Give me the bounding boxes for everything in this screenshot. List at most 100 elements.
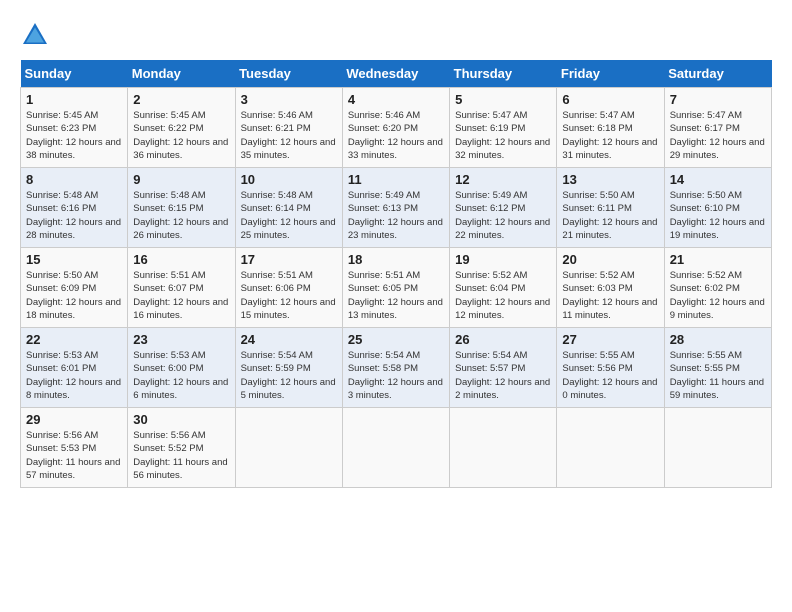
day-cell-9: 9 Sunrise: 5:48 AMSunset: 6:15 PMDaylight… [128, 168, 235, 248]
day-cell-20: 20 Sunrise: 5:52 AMSunset: 6:03 PMDayligh… [557, 248, 664, 328]
header-cell-friday: Friday [557, 60, 664, 88]
day-number: 17 [241, 252, 337, 267]
day-cell-30: 30 Sunrise: 5:56 AMSunset: 5:52 PMDayligh… [128, 408, 235, 488]
day-cell-16: 16 Sunrise: 5:51 AMSunset: 6:07 PMDayligh… [128, 248, 235, 328]
day-info: Sunrise: 5:52 AMSunset: 6:03 PMDaylight:… [562, 269, 658, 322]
day-number: 22 [26, 332, 122, 347]
day-info: Sunrise: 5:48 AMSunset: 6:15 PMDaylight:… [133, 189, 229, 242]
day-cell-3: 3 Sunrise: 5:46 AMSunset: 6:21 PMDaylight… [235, 88, 342, 168]
day-info: Sunrise: 5:45 AMSunset: 6:23 PMDaylight:… [26, 109, 122, 162]
day-number: 23 [133, 332, 229, 347]
day-number: 1 [26, 92, 122, 107]
day-number: 4 [348, 92, 444, 107]
day-info: Sunrise: 5:56 AMSunset: 5:53 PMDaylight:… [26, 429, 122, 482]
day-info: Sunrise: 5:49 AMSunset: 6:12 PMDaylight:… [455, 189, 551, 242]
day-number: 3 [241, 92, 337, 107]
day-cell-10: 10Sunrise: 5:48 AMSunset: 6:14 PMDayligh… [235, 168, 342, 248]
header-cell-sunday: Sunday [21, 60, 128, 88]
day-cell-19: 19 Sunrise: 5:52 AMSunset: 6:04 PMDayligh… [450, 248, 557, 328]
day-info: Sunrise: 5:50 AMSunset: 6:09 PMDaylight:… [26, 269, 122, 322]
day-info: Sunrise: 5:50 AMSunset: 6:10 PMDaylight:… [670, 189, 766, 242]
logo [20, 20, 52, 50]
day-info: Sunrise: 5:52 AMSunset: 6:02 PMDaylight:… [670, 269, 766, 322]
day-info: Sunrise: 5:52 AMSunset: 6:04 PMDaylight:… [455, 269, 551, 322]
day-info: Sunrise: 5:55 AMSunset: 5:55 PMDaylight:… [670, 349, 766, 402]
day-number: 21 [670, 252, 766, 267]
day-cell-13: 13Sunrise: 5:50 AMSunset: 6:11 PMDayligh… [557, 168, 664, 248]
day-info: Sunrise: 5:48 AMSunset: 6:16 PMDaylight:… [26, 189, 122, 242]
day-number: 28 [670, 332, 766, 347]
calendar-header: SundayMondayTuesdayWednesdayThursdayFrid… [21, 60, 772, 88]
day-cell-29: 29 Sunrise: 5:56 AMSunset: 5:53 PMDayligh… [21, 408, 128, 488]
page-header [20, 20, 772, 50]
calendar-body: 1 Sunrise: 5:45 AMSunset: 6:23 PMDaylight… [21, 88, 772, 488]
day-number: 5 [455, 92, 551, 107]
empty-cell [342, 408, 449, 488]
day-info: Sunrise: 5:46 AMSunset: 6:21 PMDaylight:… [241, 109, 337, 162]
header-cell-monday: Monday [128, 60, 235, 88]
empty-cell [235, 408, 342, 488]
day-number: 18 [348, 252, 444, 267]
day-cell-14: 14Sunrise: 5:50 AMSunset: 6:10 PMDayligh… [664, 168, 771, 248]
empty-cell [450, 408, 557, 488]
day-number: 15 [26, 252, 122, 267]
day-cell-4: 4 Sunrise: 5:46 AMSunset: 6:20 PMDaylight… [342, 88, 449, 168]
week-row-3: 15 Sunrise: 5:50 AMSunset: 6:09 PMDayligh… [21, 248, 772, 328]
week-row-5: 29 Sunrise: 5:56 AMSunset: 5:53 PMDayligh… [21, 408, 772, 488]
day-number: 13 [562, 172, 658, 187]
day-cell-17: 17 Sunrise: 5:51 AMSunset: 6:06 PMDayligh… [235, 248, 342, 328]
day-number: 6 [562, 92, 658, 107]
day-cell-26: 26Sunrise: 5:54 AMSunset: 5:57 PMDayligh… [450, 328, 557, 408]
day-info: Sunrise: 5:47 AMSunset: 6:19 PMDaylight:… [455, 109, 551, 162]
header-cell-tuesday: Tuesday [235, 60, 342, 88]
day-number: 30 [133, 412, 229, 427]
day-info: Sunrise: 5:47 AMSunset: 6:18 PMDaylight:… [562, 109, 658, 162]
day-cell-21: 21 Sunrise: 5:52 AMSunset: 6:02 PMDayligh… [664, 248, 771, 328]
week-row-2: 8 Sunrise: 5:48 AMSunset: 6:16 PMDaylight… [21, 168, 772, 248]
day-info: Sunrise: 5:45 AMSunset: 6:22 PMDaylight:… [133, 109, 229, 162]
header-cell-thursday: Thursday [450, 60, 557, 88]
day-info: Sunrise: 5:49 AMSunset: 6:13 PMDaylight:… [348, 189, 444, 242]
day-cell-28: 28 Sunrise: 5:55 AMSunset: 5:55 PMDayligh… [664, 328, 771, 408]
calendar-table: SundayMondayTuesdayWednesdayThursdayFrid… [20, 60, 772, 488]
week-row-4: 22 Sunrise: 5:53 AMSunset: 6:01 PMDayligh… [21, 328, 772, 408]
day-info: Sunrise: 5:56 AMSunset: 5:52 PMDaylight:… [133, 429, 229, 482]
header-cell-wednesday: Wednesday [342, 60, 449, 88]
day-number: 16 [133, 252, 229, 267]
logo-icon [20, 20, 50, 50]
day-info: Sunrise: 5:51 AMSunset: 6:07 PMDaylight:… [133, 269, 229, 322]
day-number: 9 [133, 172, 229, 187]
day-number: 25 [348, 332, 444, 347]
day-info: Sunrise: 5:51 AMSunset: 6:05 PMDaylight:… [348, 269, 444, 322]
header-cell-saturday: Saturday [664, 60, 771, 88]
day-cell-25: 25 Sunrise: 5:54 AMSunset: 5:58 PMDayligh… [342, 328, 449, 408]
empty-cell [664, 408, 771, 488]
day-info: Sunrise: 5:51 AMSunset: 6:06 PMDaylight:… [241, 269, 337, 322]
day-number: 12 [455, 172, 551, 187]
day-cell-8: 8 Sunrise: 5:48 AMSunset: 6:16 PMDaylight… [21, 168, 128, 248]
day-number: 24 [241, 332, 337, 347]
day-info: Sunrise: 5:48 AMSunset: 6:14 PMDaylight:… [241, 189, 337, 242]
day-number: 7 [670, 92, 766, 107]
day-number: 19 [455, 252, 551, 267]
day-cell-24: 24Sunrise: 5:54 AMSunset: 5:59 PMDayligh… [235, 328, 342, 408]
day-number: 2 [133, 92, 229, 107]
day-info: Sunrise: 5:54 AMSunset: 5:58 PMDaylight:… [348, 349, 444, 402]
day-number: 20 [562, 252, 658, 267]
day-info: Sunrise: 5:47 AMSunset: 6:17 PMDaylight:… [670, 109, 766, 162]
day-cell-23: 23Sunrise: 5:53 AMSunset: 6:00 PMDayligh… [128, 328, 235, 408]
day-cell-11: 11 Sunrise: 5:49 AMSunset: 6:13 PMDayligh… [342, 168, 449, 248]
day-cell-27: 27Sunrise: 5:55 AMSunset: 5:56 PMDayligh… [557, 328, 664, 408]
day-cell-15: 15 Sunrise: 5:50 AMSunset: 6:09 PMDayligh… [21, 248, 128, 328]
day-number: 11 [348, 172, 444, 187]
week-row-1: 1 Sunrise: 5:45 AMSunset: 6:23 PMDaylight… [21, 88, 772, 168]
day-number: 29 [26, 412, 122, 427]
day-cell-1: 1 Sunrise: 5:45 AMSunset: 6:23 PMDaylight… [21, 88, 128, 168]
day-number: 8 [26, 172, 122, 187]
day-cell-18: 18 Sunrise: 5:51 AMSunset: 6:05 PMDayligh… [342, 248, 449, 328]
day-info: Sunrise: 5:54 AMSunset: 5:57 PMDaylight:… [455, 349, 551, 402]
day-info: Sunrise: 5:46 AMSunset: 6:20 PMDaylight:… [348, 109, 444, 162]
day-info: Sunrise: 5:53 AMSunset: 6:01 PMDaylight:… [26, 349, 122, 402]
day-info: Sunrise: 5:55 AMSunset: 5:56 PMDaylight:… [562, 349, 658, 402]
day-cell-7: 7 Sunrise: 5:47 AMSunset: 6:17 PMDaylight… [664, 88, 771, 168]
